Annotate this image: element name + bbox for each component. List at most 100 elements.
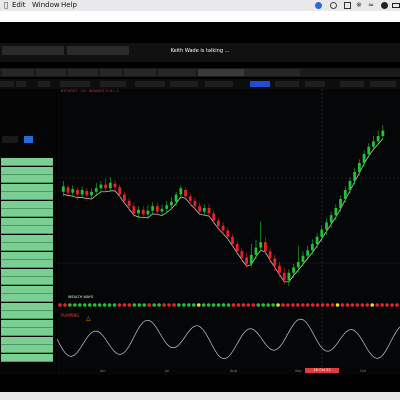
chart-tab-4[interactable] xyxy=(100,69,122,76)
watchlist-row[interactable] xyxy=(1,294,53,302)
watchlist-row[interactable] xyxy=(1,209,53,217)
refresh-icon[interactable] xyxy=(330,2,337,9)
signal-dot xyxy=(276,303,280,307)
signal-dot xyxy=(281,303,285,307)
watchlist-toggle-button[interactable] xyxy=(24,136,33,143)
candle-body xyxy=(193,200,197,207)
chart-tab-1[interactable] xyxy=(2,69,34,76)
candle-body xyxy=(85,190,89,196)
candle-body xyxy=(127,200,131,207)
watchlist-row[interactable] xyxy=(1,277,53,285)
toolbar-btn-12[interactable] xyxy=(370,81,396,87)
toolbar-btn-6[interactable] xyxy=(170,81,198,87)
menu-edit[interactable]: Edit xyxy=(12,0,26,11)
signal-dot xyxy=(177,303,181,307)
signal-dot xyxy=(92,303,97,307)
candle-body xyxy=(202,208,206,212)
watchlist-row[interactable] xyxy=(1,345,53,353)
signal-dot xyxy=(355,303,360,307)
user-icon[interactable] xyxy=(381,2,388,9)
toolbar-btn-9[interactable] xyxy=(275,81,299,87)
chart-tab-active[interactable] xyxy=(198,69,250,76)
menu-window[interactable]: Window xyxy=(32,0,60,11)
watchlist-filter-button[interactable] xyxy=(2,136,18,143)
watchlist-row[interactable] xyxy=(1,226,53,234)
watchlist-row[interactable] xyxy=(1,353,53,362)
watchlist-row[interactable] xyxy=(1,251,53,260)
watchlist-row[interactable] xyxy=(1,192,53,200)
candle-body xyxy=(217,220,220,226)
chart-tab-8[interactable] xyxy=(244,69,300,76)
wifi-icon[interactable]: ≈ xyxy=(368,2,375,9)
candle-body xyxy=(292,267,295,273)
candle-body xyxy=(320,229,324,237)
toolbar-symbol[interactable] xyxy=(0,81,14,87)
candle-body xyxy=(99,184,103,189)
apple-icon[interactable]:  xyxy=(4,0,8,11)
x-tick-label: Jun xyxy=(100,369,106,373)
browser-tab-1[interactable] xyxy=(2,46,64,55)
chart-canvas[interactable] xyxy=(56,89,400,375)
signal-dot xyxy=(221,303,226,307)
watchlist-row[interactable] xyxy=(1,166,53,175)
browser-tab-2[interactable] xyxy=(67,46,129,55)
shield-icon[interactable] xyxy=(315,2,322,9)
signal-dot xyxy=(162,303,166,307)
signal-dot xyxy=(182,303,186,307)
watchlist-row[interactable] xyxy=(1,175,53,183)
candle-body xyxy=(287,272,291,280)
watchlist-row[interactable] xyxy=(1,183,53,192)
chart-tab-right[interactable] xyxy=(360,69,398,76)
toolbar-btn-1[interactable] xyxy=(16,81,26,87)
chart-tab-6[interactable] xyxy=(158,69,196,76)
candle-body xyxy=(71,189,75,193)
watchlist-row[interactable] xyxy=(1,243,53,251)
candle-body xyxy=(273,258,277,266)
signal-dot xyxy=(82,303,87,307)
toolbar-btn-10[interactable] xyxy=(305,81,325,87)
watchlist-row[interactable] xyxy=(1,158,53,166)
time-axis[interactable] xyxy=(57,368,400,375)
candle-body xyxy=(315,236,319,244)
meeting-top-bar xyxy=(0,11,400,22)
signal-dot xyxy=(315,303,320,307)
toolbar-btn-11[interactable] xyxy=(340,81,364,87)
watchlist-row[interactable] xyxy=(1,328,53,336)
candle-body xyxy=(94,188,98,192)
signal-dot xyxy=(301,303,305,307)
toolbar-btn-2[interactable] xyxy=(38,81,50,87)
watchlist-row[interactable] xyxy=(1,200,53,209)
square-icon[interactable] xyxy=(344,2,351,9)
signal-dot xyxy=(107,303,112,307)
signal-dot xyxy=(142,303,147,307)
toolbar-btn-5[interactable] xyxy=(135,81,165,87)
candle-body xyxy=(231,236,234,244)
watchlist-row[interactable] xyxy=(1,217,53,226)
chart-tab-2[interactable] xyxy=(36,69,66,76)
watchlist-row[interactable] xyxy=(1,311,53,319)
watchlist-row[interactable] xyxy=(1,285,53,294)
toolbar-btn-3[interactable] xyxy=(60,81,90,87)
watchlist-row[interactable] xyxy=(1,302,53,311)
watchlist-row[interactable] xyxy=(1,319,53,328)
toolbar-btn-7[interactable] xyxy=(205,81,233,87)
chart-tab-3[interactable] xyxy=(68,69,98,76)
signal-dot xyxy=(68,303,72,307)
price-chart[interactable] xyxy=(56,89,400,375)
signal-dot xyxy=(231,303,236,307)
watchlist-row[interactable] xyxy=(1,268,53,277)
candle-body xyxy=(90,191,93,196)
signal-dot xyxy=(58,303,62,307)
watchlist-row[interactable] xyxy=(1,234,53,243)
watchlist-row[interactable] xyxy=(1,260,53,268)
bluetooth-icon[interactable]: ※ xyxy=(356,2,363,9)
toolbar-active-btn[interactable] xyxy=(250,81,270,87)
toolbar-btn-4[interactable] xyxy=(100,81,126,87)
watchlist-row[interactable] xyxy=(1,336,53,345)
menu-help[interactable]: Help xyxy=(61,0,77,11)
candle-body xyxy=(245,257,248,264)
candle-body xyxy=(80,190,84,195)
chart-tab-5[interactable] xyxy=(124,69,156,76)
candle-body xyxy=(334,208,338,216)
candle-body xyxy=(301,255,305,262)
